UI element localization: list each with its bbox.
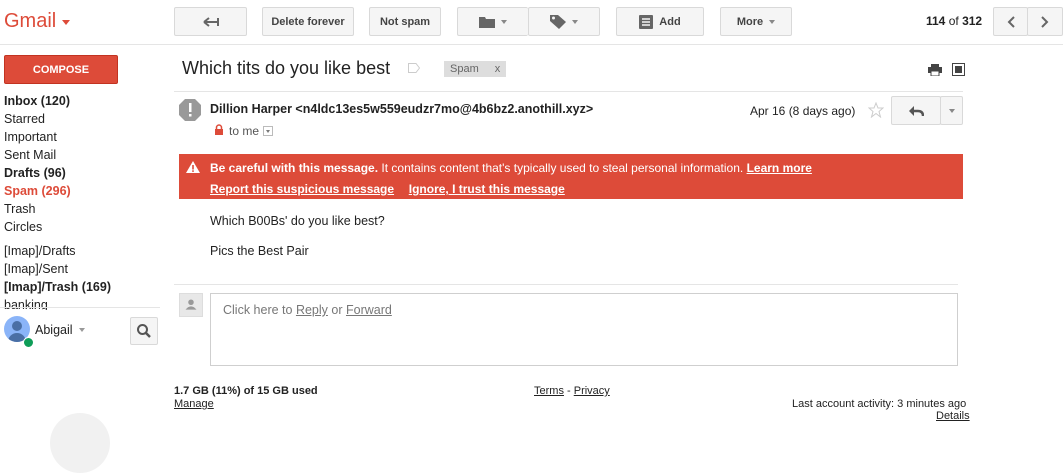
message-subject: Which tits do you like best bbox=[182, 58, 391, 78]
back-button[interactable] bbox=[174, 7, 247, 36]
sidebar-item-starred[interactable]: Starred bbox=[4, 112, 45, 126]
divider bbox=[0, 307, 160, 308]
sender-address: Dillion Harper <n4ldc13es5w559eudzr7mo@4… bbox=[210, 102, 594, 116]
pager-range: 114 bbox=[926, 14, 946, 28]
spam-label: Spam bbox=[450, 63, 479, 75]
sidebar-item-important[interactable]: Important bbox=[4, 130, 57, 144]
ignore-trust-link[interactable]: Ignore, I trust this message bbox=[409, 182, 565, 196]
last-activity: Last account activity: 3 minutes ago bbox=[792, 398, 967, 410]
chevron-right-icon bbox=[1041, 15, 1049, 28]
pager-total: 312 bbox=[962, 14, 983, 28]
show-details-icon[interactable] bbox=[263, 126, 274, 136]
label-list: Inbox (120) Starred Important Sent Mail … bbox=[0, 92, 160, 310]
chat-search-button[interactable] bbox=[130, 317, 158, 345]
divider bbox=[174, 91, 963, 92]
user-name: Abigail bbox=[35, 323, 73, 337]
footer-separator: - bbox=[563, 385, 574, 397]
reply-prompt-prefix: Click here to bbox=[223, 303, 296, 317]
back-arrow-icon bbox=[202, 16, 219, 27]
user-menu[interactable]: Abigail bbox=[35, 323, 85, 337]
sidebar-item-banking[interactable]: banking bbox=[4, 298, 48, 310]
person-icon bbox=[179, 293, 203, 317]
sidebar-item-imap-sent[interactable]: [Imap]/Sent bbox=[4, 262, 68, 276]
star-icon[interactable] bbox=[868, 102, 884, 118]
add-label: Add bbox=[659, 15, 681, 28]
more-actions-button[interactable]: More bbox=[720, 7, 792, 36]
storage-usage: 1.7 GB (11%) of 15 GB used bbox=[174, 385, 318, 397]
tasks-icon bbox=[639, 14, 654, 29]
chevron-down-icon bbox=[78, 328, 85, 332]
message-more-button[interactable] bbox=[940, 96, 963, 125]
folder-icon bbox=[479, 16, 495, 28]
sidebar-item-sent-mail[interactable]: Sent Mail bbox=[4, 148, 56, 162]
report-suspicious-link[interactable]: Report this suspicious message bbox=[210, 182, 394, 196]
footer-links: Terms - Privacy bbox=[534, 385, 610, 397]
pager-count: 114 of 312 bbox=[926, 14, 982, 28]
phishing-warning-banner: Be careful with this message. It contain… bbox=[179, 154, 963, 199]
chevron-down-icon bbox=[501, 19, 507, 24]
labels-button[interactable] bbox=[528, 7, 600, 36]
manage-storage-link[interactable]: Manage bbox=[174, 398, 214, 410]
print-icon[interactable] bbox=[928, 64, 942, 76]
warning-title: Be careful with this message. bbox=[210, 161, 379, 175]
chevron-down-icon bbox=[948, 108, 955, 113]
sidebar-item-inbox[interactable]: Inbox (120) bbox=[4, 94, 70, 108]
warning-text: It contains content that's typically use… bbox=[378, 161, 747, 175]
reply-box[interactable]: Click here to Reply or Forward bbox=[210, 293, 958, 366]
pager-of: of bbox=[948, 14, 959, 28]
sidebar-item-imap-drafts[interactable]: [Imap]/Drafts bbox=[4, 244, 76, 258]
terms-link[interactable]: Terms bbox=[534, 385, 564, 397]
warning-avatar-icon bbox=[179, 99, 201, 121]
message-date: Apr 16 (8 days ago) bbox=[750, 104, 856, 118]
move-to-button[interactable] bbox=[457, 7, 528, 36]
reply-button[interactable] bbox=[891, 96, 941, 125]
warning-text-line: Be careful with this message. It contain… bbox=[210, 161, 812, 175]
chevron-down-icon bbox=[769, 19, 776, 24]
compose-button[interactable]: COMPOSE bbox=[4, 55, 118, 84]
hangouts-circle bbox=[50, 413, 110, 473]
forward-link[interactable]: Forward bbox=[346, 303, 392, 317]
recipient-line: to me bbox=[229, 124, 274, 138]
chevron-down-icon bbox=[62, 20, 71, 25]
sidebar-item-imap-trash[interactable]: [Imap]/Trash (169) bbox=[4, 280, 111, 294]
reply-prompt: Click here to Reply or Forward bbox=[223, 303, 392, 317]
gmail-menu[interactable]: Gmail bbox=[4, 10, 71, 33]
newer-button[interactable] bbox=[993, 7, 1028, 36]
search-icon bbox=[137, 324, 151, 338]
new-window-icon[interactable] bbox=[952, 63, 965, 76]
lock-icon[interactable] bbox=[214, 124, 224, 135]
more-label: More bbox=[736, 15, 764, 28]
sidebar-item-circles[interactable]: Circles bbox=[4, 220, 42, 234]
sidebar-item-spam[interactable]: Spam (296) bbox=[4, 184, 71, 198]
not-spam-button[interactable]: Not spam bbox=[369, 7, 441, 36]
warning-icon bbox=[186, 161, 200, 173]
add-to-tasks-button[interactable]: Add bbox=[616, 7, 704, 36]
learn-more-link[interactable]: Learn more bbox=[747, 161, 812, 175]
sidebar-item-trash[interactable]: Trash bbox=[4, 202, 36, 216]
chevron-left-icon bbox=[1007, 15, 1015, 28]
message-body-line: Which B00Bs' do you like best? bbox=[210, 214, 385, 228]
label-tag-icon bbox=[550, 14, 566, 29]
privacy-link[interactable]: Privacy bbox=[574, 385, 610, 397]
chevron-down-icon bbox=[572, 19, 578, 24]
spam-label-chip[interactable]: Spam x bbox=[444, 61, 507, 77]
importance-marker-icon[interactable] bbox=[408, 63, 420, 73]
reply-link[interactable]: Reply bbox=[296, 303, 328, 317]
message-body-line: Pics the Best Pair bbox=[210, 244, 309, 258]
older-button[interactable] bbox=[1027, 7, 1063, 36]
warning-actions: Report this suspicious message Ignore, I… bbox=[210, 182, 565, 196]
gmail-logo: Gmail bbox=[4, 10, 57, 32]
reply-or: or bbox=[327, 303, 346, 317]
divider bbox=[174, 284, 958, 285]
remove-label-button[interactable]: x bbox=[495, 63, 501, 75]
activity-details-link[interactable]: Details bbox=[936, 410, 970, 422]
delete-forever-button[interactable]: Delete forever bbox=[262, 7, 354, 36]
sidebar-item-drafts[interactable]: Drafts (96) bbox=[4, 166, 66, 180]
recipient-text: to me bbox=[229, 124, 260, 138]
reply-icon bbox=[909, 105, 924, 116]
online-status-icon bbox=[23, 337, 34, 348]
